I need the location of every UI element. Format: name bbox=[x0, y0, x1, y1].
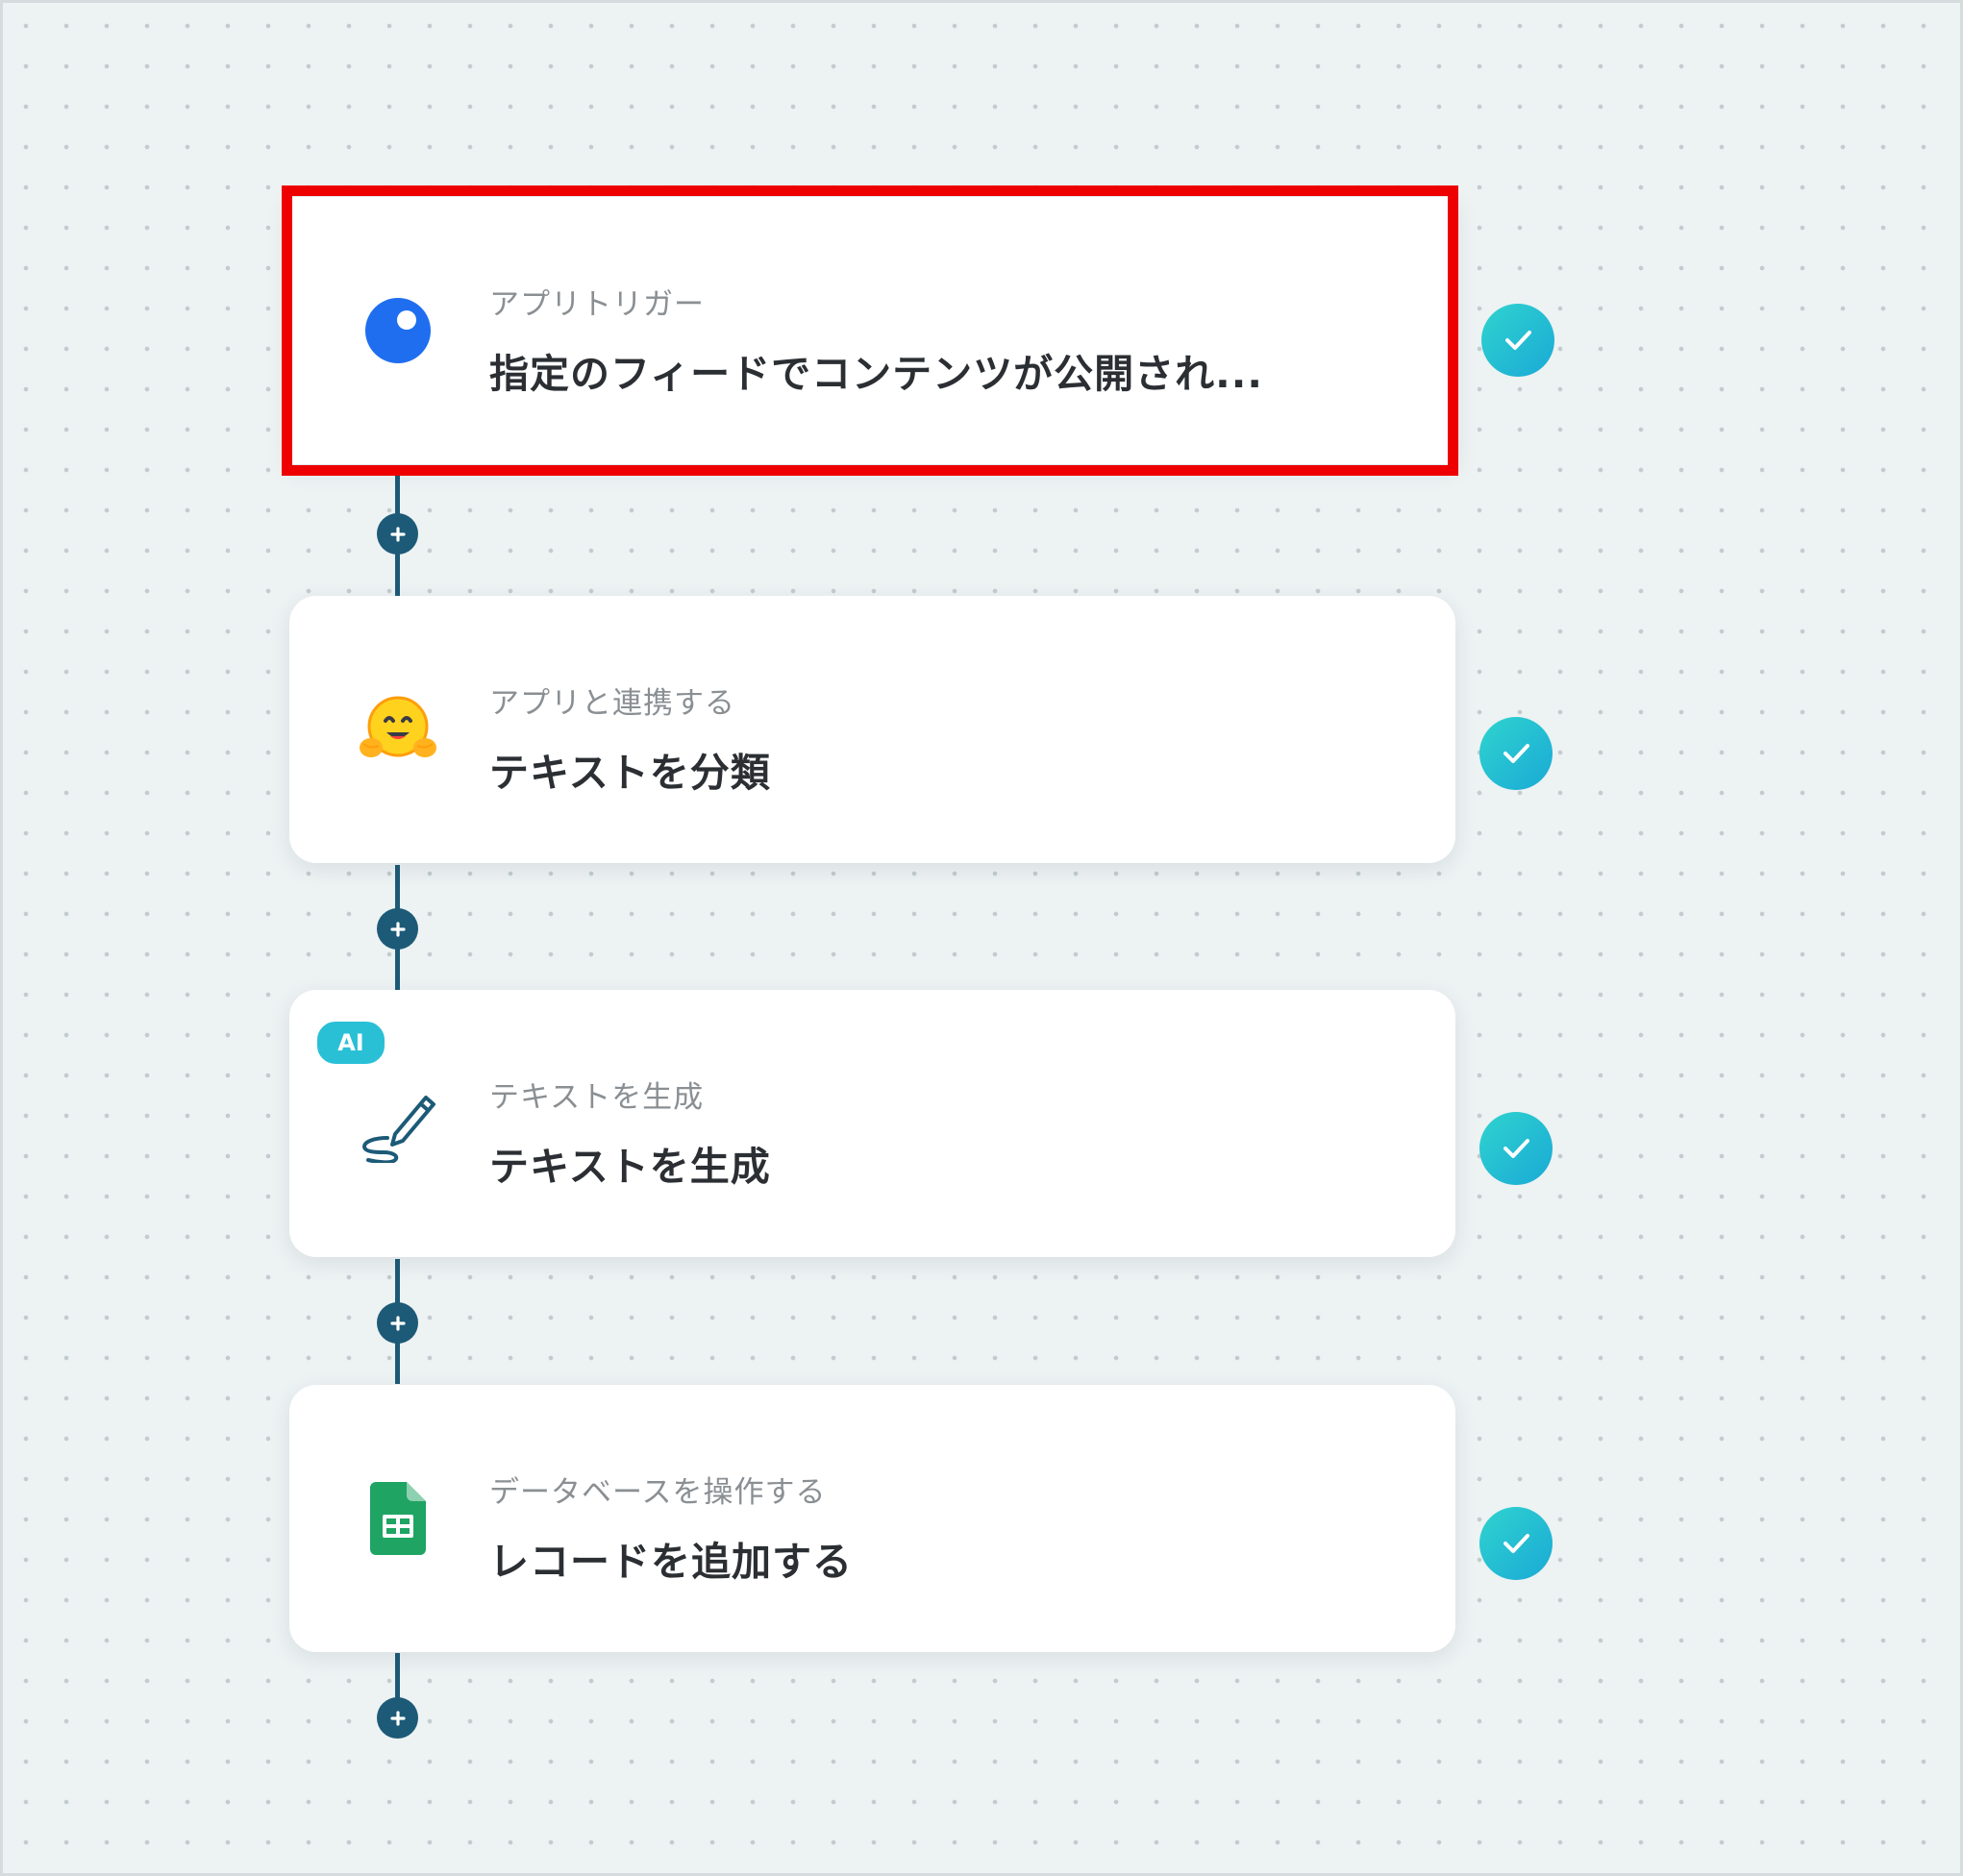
step-card-add-record[interactable]: データベースを操作する レコードを追加する bbox=[289, 1385, 1455, 1652]
step-title: テキストを分類 bbox=[489, 750, 771, 796]
step-category-label: アプリと連携する bbox=[489, 686, 735, 721]
add-step-button[interactable] bbox=[377, 1697, 418, 1739]
step-title: テキストを生成 bbox=[489, 1144, 771, 1190]
step-category-label: データベースを操作する bbox=[489, 1475, 827, 1510]
pen-write-icon bbox=[359, 1084, 437, 1163]
step-card-generate-text[interactable]: AI テキストを生成 テキストを生成 bbox=[289, 990, 1455, 1257]
step-category-label: テキストを生成 bbox=[489, 1080, 705, 1115]
add-step-button[interactable] bbox=[377, 908, 418, 950]
ai-badge: AI bbox=[314, 1019, 387, 1067]
step-category-label: アプリトリガー bbox=[489, 287, 705, 322]
rss-trigger-icon bbox=[359, 291, 437, 370]
check-status-icon bbox=[1481, 304, 1554, 377]
add-step-button[interactable] bbox=[377, 513, 418, 555]
plus-icon bbox=[389, 526, 406, 542]
step-card-classify-text[interactable]: アプリと連携する テキストを分類 bbox=[289, 596, 1455, 863]
check-status-icon bbox=[1479, 1112, 1553, 1185]
check-status-icon bbox=[1479, 1507, 1553, 1580]
hugging-face-icon bbox=[359, 690, 437, 769]
step-title: レコードを追加する bbox=[489, 1539, 853, 1585]
step-card-trigger[interactable]: アプリトリガー 指定のフィードでコンテンツが公開され... bbox=[289, 197, 1455, 464]
plus-icon bbox=[389, 921, 406, 937]
google-sheets-icon bbox=[359, 1479, 437, 1558]
plus-icon bbox=[389, 1710, 406, 1726]
plus-icon bbox=[389, 1315, 406, 1331]
check-status-icon bbox=[1479, 717, 1553, 790]
step-title: 指定のフィードでコンテンツが公開され... bbox=[489, 351, 1263, 397]
add-step-button[interactable] bbox=[377, 1302, 418, 1344]
